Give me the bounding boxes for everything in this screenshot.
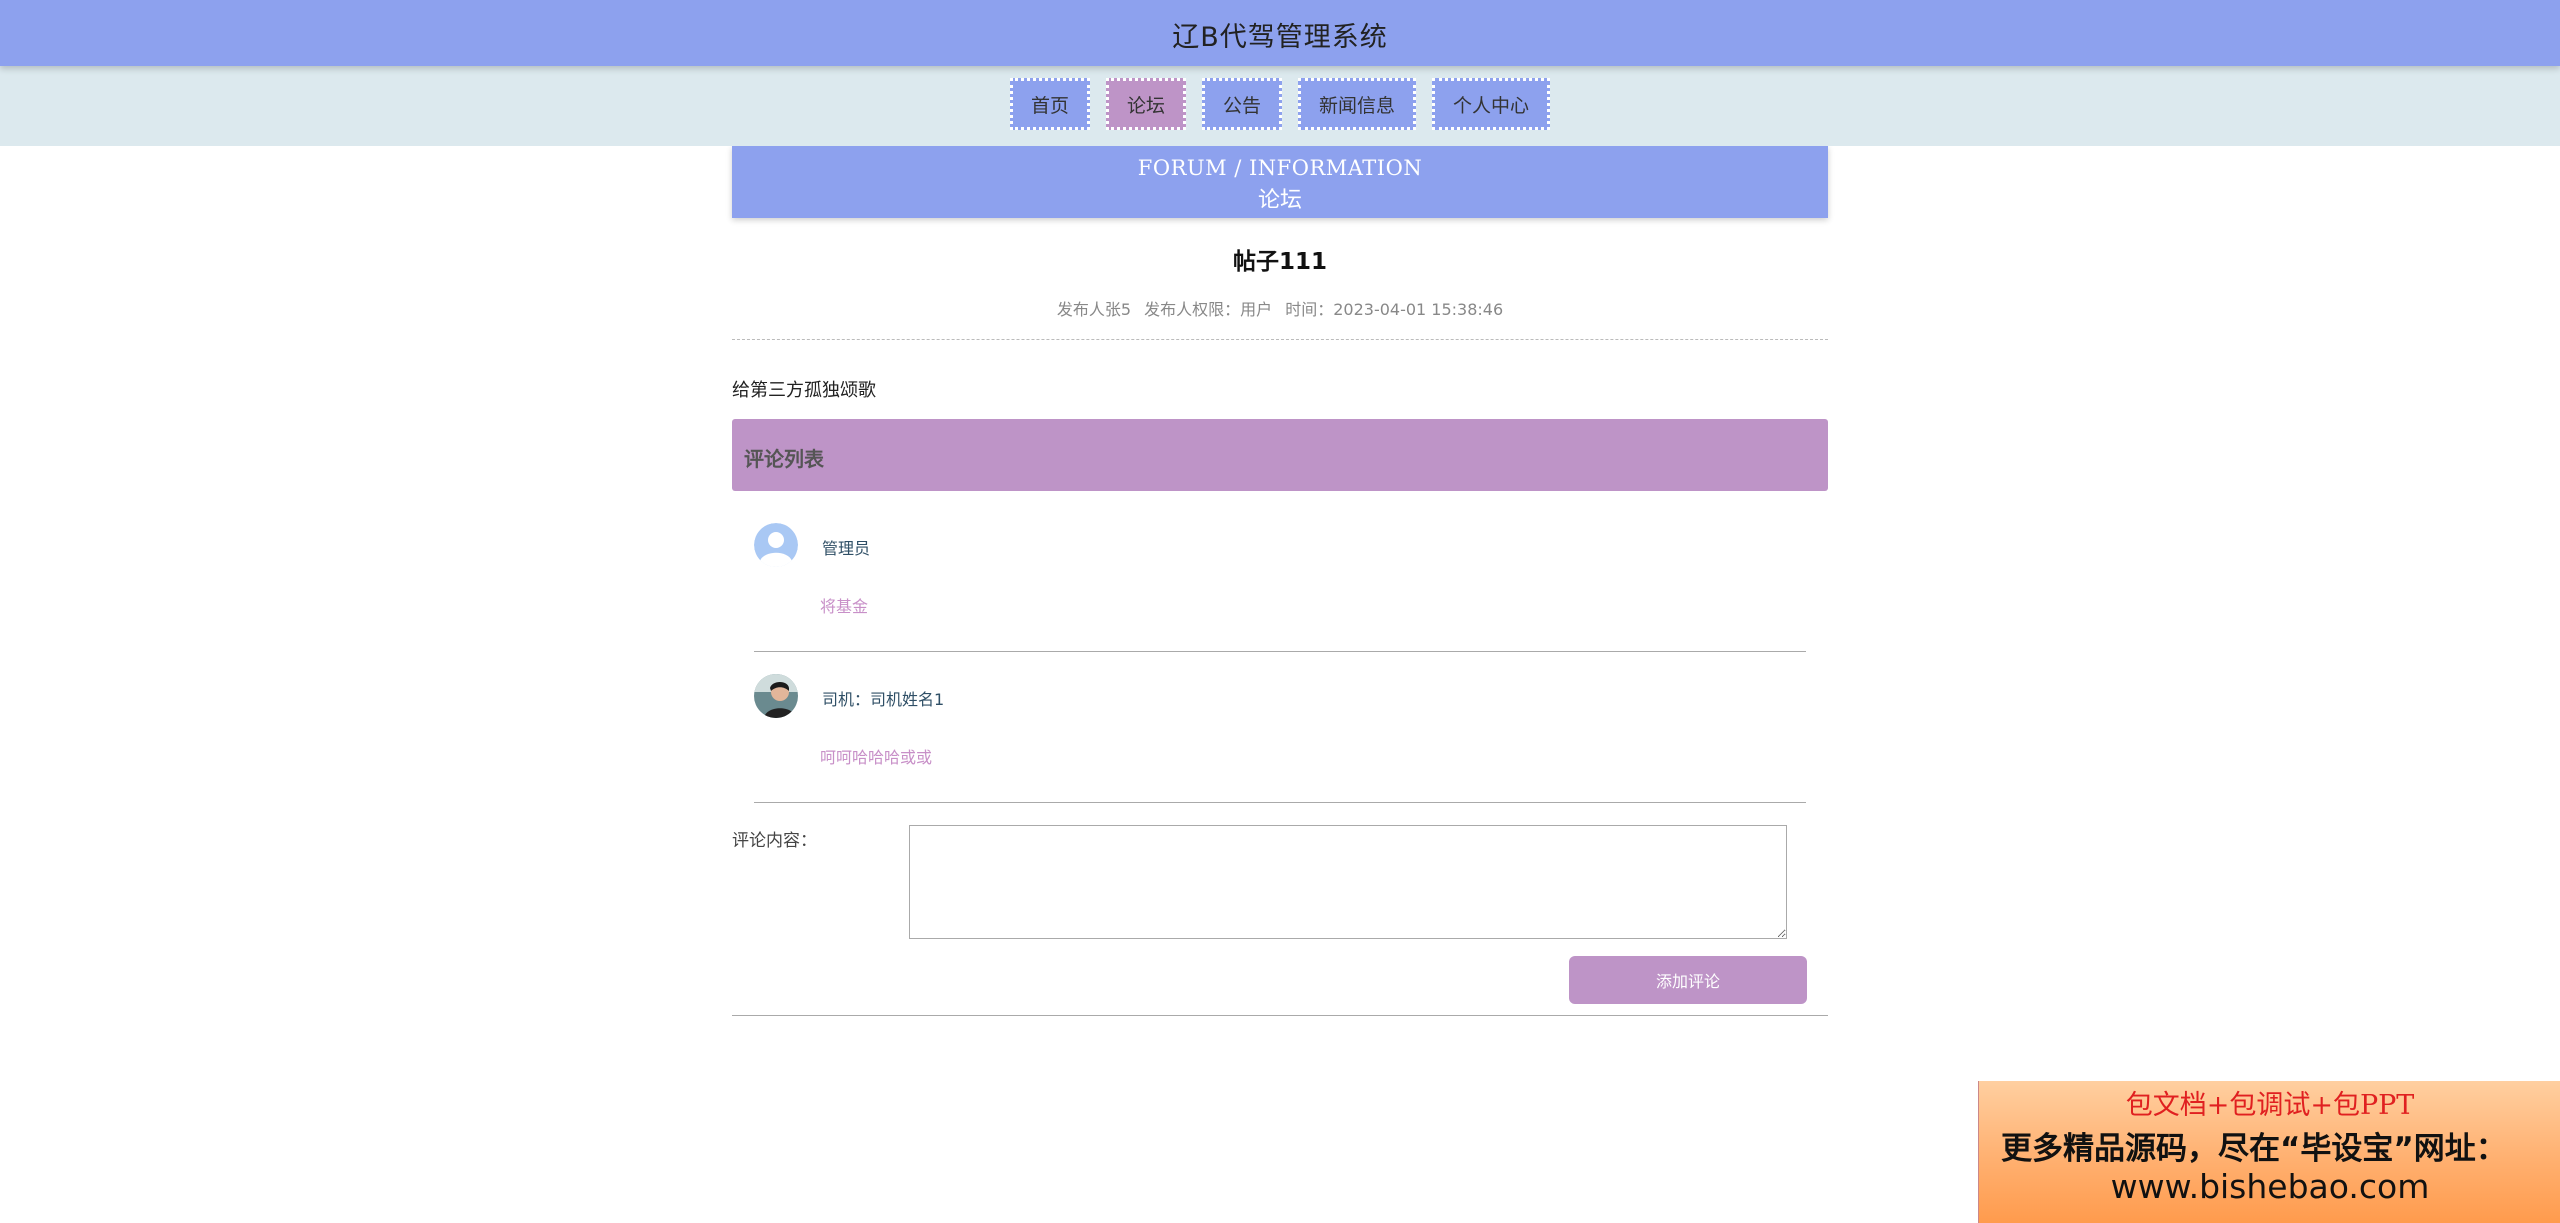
comment-divider — [754, 802, 1806, 803]
site-title: 辽B代驾管理系统 — [1172, 22, 1388, 53]
promo-line-1: 包文档+包调试+包PPT — [2125, 1090, 2415, 1121]
comment-input[interactable] — [909, 825, 1787, 939]
nav-item-forum[interactable]: 论坛 — [1105, 78, 1186, 130]
nav-item-profile[interactable]: 个人中心 — [1432, 78, 1551, 130]
comment-text: 将基金 — [820, 597, 869, 616]
comment-author: 司机：司机姓名1 — [822, 690, 945, 709]
photo-avatar-icon — [754, 674, 798, 718]
add-comment-button[interactable]: 添加评论 — [1569, 956, 1807, 1004]
comment-text: 呵呵哈哈哈或或 — [820, 748, 933, 767]
banner-subtitle: FORUM / INFORMATION — [1137, 156, 1423, 180]
nav-item-notice[interactable]: 公告 — [1201, 78, 1282, 130]
post-time: 时间：2023-04-01 15:38:46 — [1285, 300, 1504, 319]
nav-item-home[interactable]: 首页 — [1009, 78, 1090, 130]
comment-divider — [754, 651, 1806, 652]
post-meta: 发布人张5 发布人权限：用户 时间：2023-04-01 15:38:46 — [732, 296, 1828, 320]
nav-item-news[interactable]: 新闻信息 — [1298, 78, 1417, 130]
promo-banner[interactable]: 包文档+包调试+包PPT 更多精品源码，尽在“毕设宝”网址： www.bishe… — [1978, 1081, 2560, 1223]
comment-author: 管理员 — [822, 539, 871, 558]
promo-url: www.bishebao.com — [2110, 1167, 2430, 1206]
post-title: 帖子111 — [1232, 249, 1327, 275]
comment-list-title: 评论列表 — [744, 447, 824, 471]
post-role: 发布人权限：用户 — [1144, 300, 1273, 319]
nav-list: 首页 论坛 公告 新闻信息 个人中心 — [0, 78, 2560, 134]
section-banner: FORUM / INFORMATION 论坛 — [732, 146, 1828, 218]
comment-item: 司机：司机姓名1 呵呵哈哈哈或或 — [754, 674, 1806, 804]
promo-line-2: 更多精品源码，尽在“毕设宝”网址： — [2001, 1131, 2507, 1167]
main-nav: 首页 论坛 公告 新闻信息 个人中心 — [0, 66, 2560, 146]
comment-content-label: 评论内容： — [732, 831, 817, 851]
banner-title: 论坛 — [1257, 188, 1302, 213]
post-content: 给第三方孤独颂歌 — [732, 380, 876, 401]
form-divider — [732, 1015, 1828, 1016]
post-author: 发布人张5 — [1056, 300, 1132, 319]
title-divider — [732, 339, 1828, 340]
top-header: 辽B代驾管理系统 — [0, 0, 2560, 66]
comment-list-header: 评论列表 — [732, 419, 1828, 491]
comment-item: 管理员 将基金 — [754, 523, 1806, 653]
default-user-avatar-icon — [754, 523, 798, 567]
